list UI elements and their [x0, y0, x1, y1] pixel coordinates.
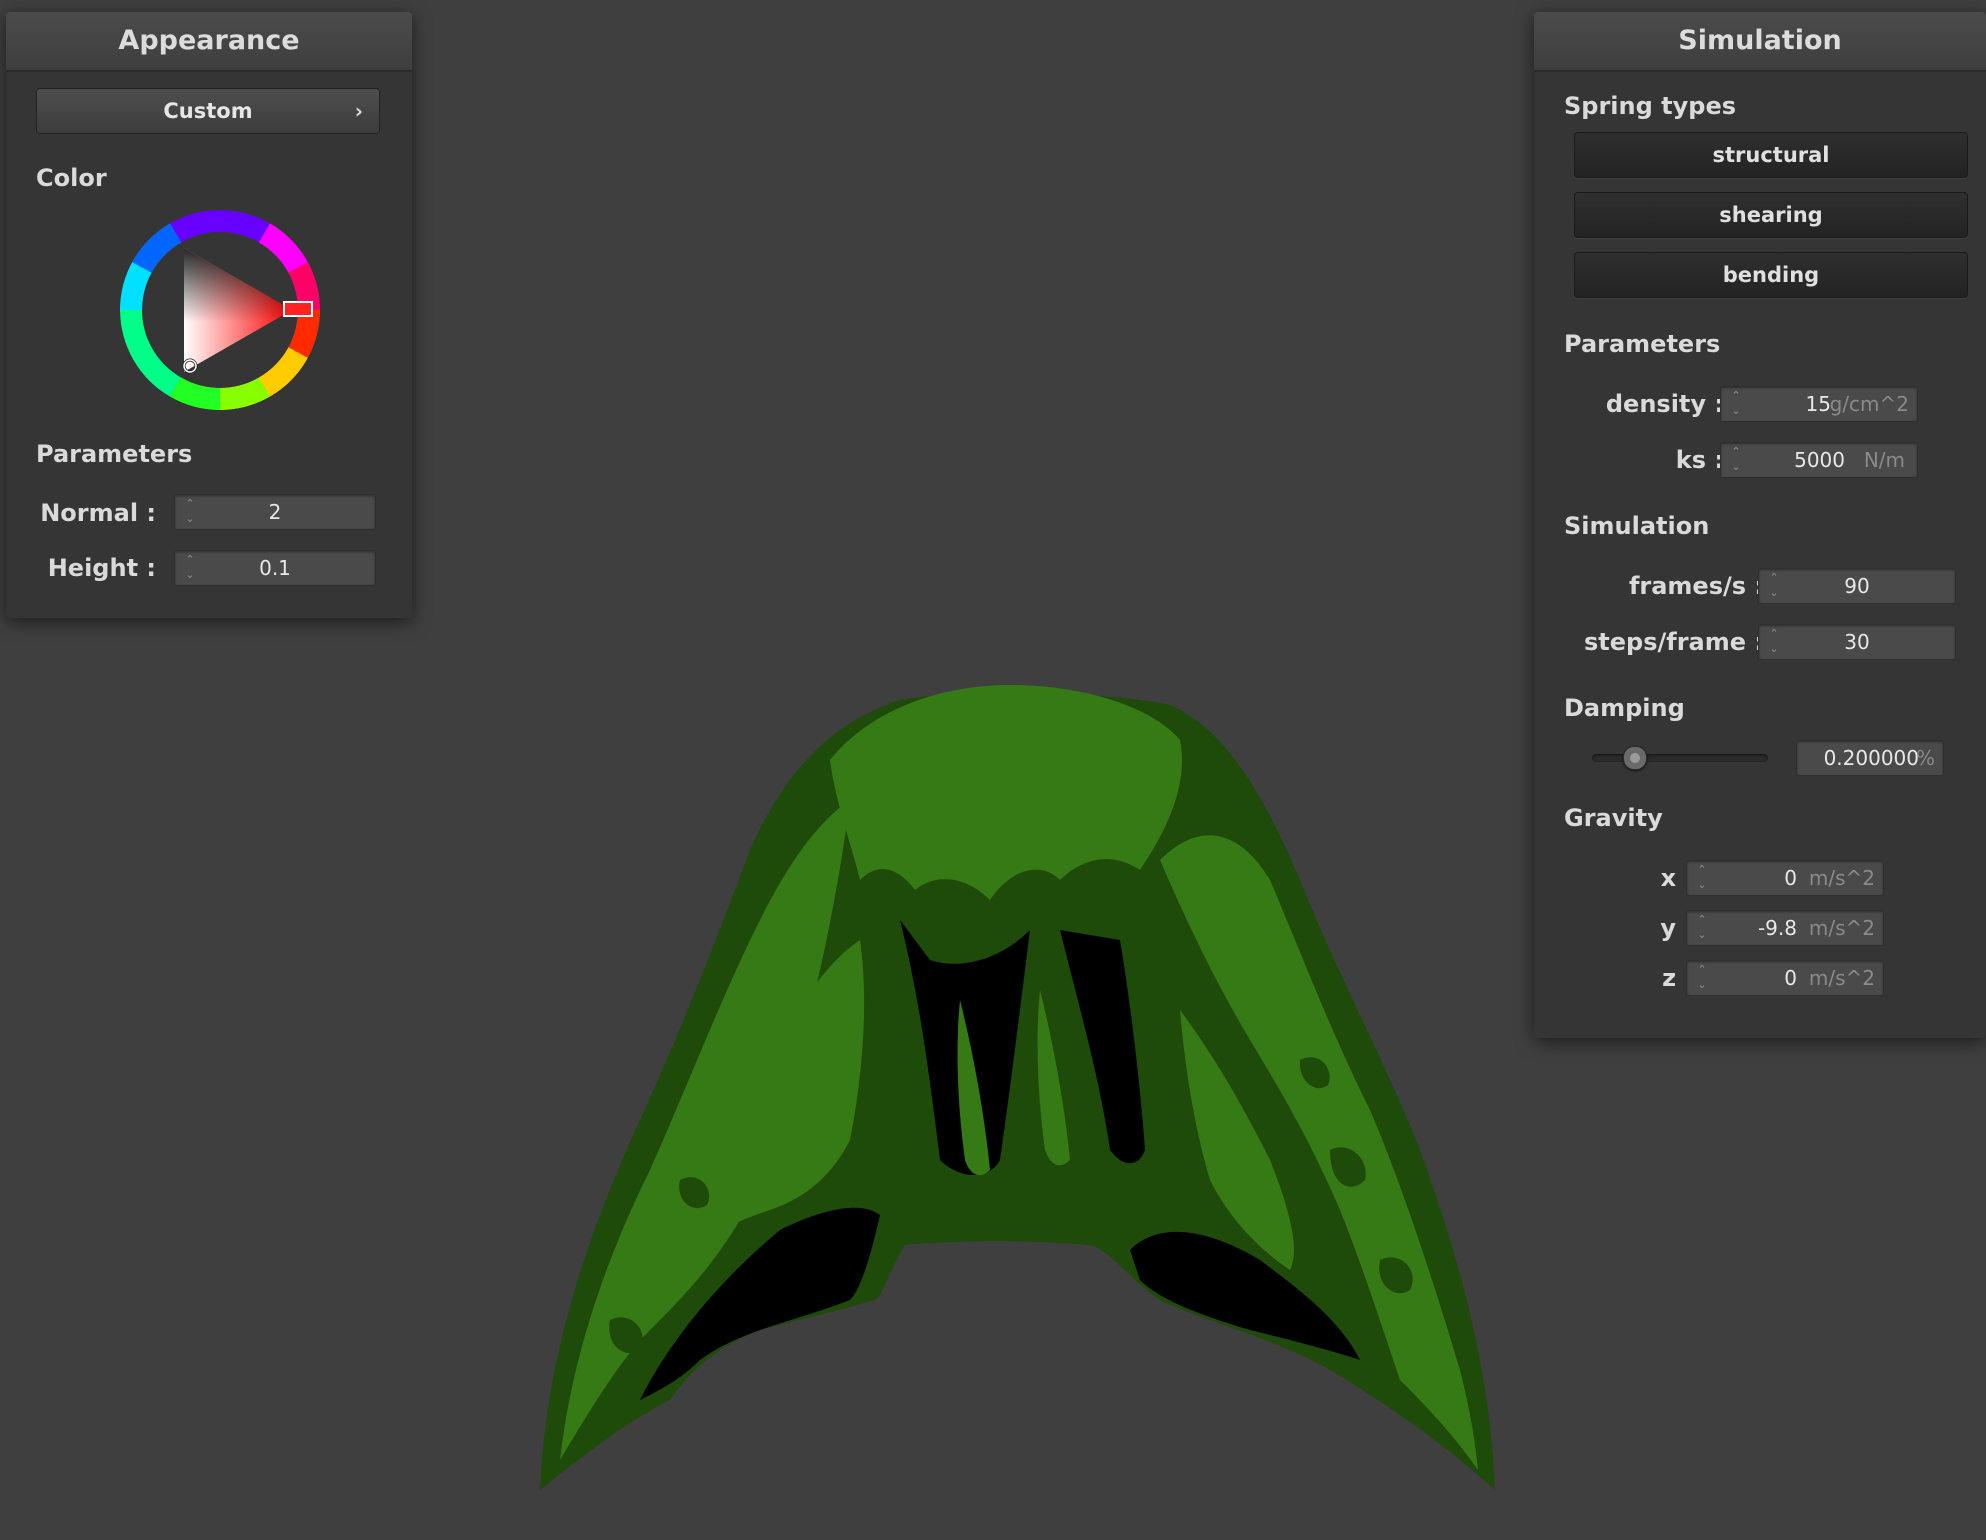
spring-types-label: Spring types [1564, 92, 1737, 120]
appearance-panel: Appearance Custom › Color Parameters Nor… [6, 12, 412, 618]
gravity-z-unit: m/s^2 [1808, 966, 1875, 990]
damping-slider-thumb[interactable] [1622, 746, 1647, 770]
simulation-section-label: Simulation [1564, 512, 1710, 540]
height-label: Height : [47, 554, 156, 582]
steps-label: steps/frame : [1584, 628, 1764, 656]
gravity-z-input[interactable]: ⌃ ⌄ 0 m/s^2 [1686, 960, 1884, 996]
fps-value: 90 [1844, 574, 1870, 598]
ks-value: 5000 [1794, 448, 1845, 472]
spin-arrows-icon[interactable]: ⌃ ⌄ [1695, 912, 1709, 944]
normal-value: 2 [268, 500, 282, 524]
preset-dropdown-button[interactable]: Custom › [36, 88, 380, 134]
preset-label: Custom [163, 99, 253, 123]
appearance-params-label: Parameters [36, 440, 193, 468]
damping-input[interactable]: 0.200000 % [1796, 740, 1944, 776]
density-input[interactable]: ⌃ ⌄ 15 g/cm^2 [1720, 386, 1918, 422]
damping-slider[interactable] [1592, 746, 1768, 770]
gravity-label: Gravity [1564, 804, 1663, 832]
spin-arrows-icon[interactable]: ⌃ ⌄ [1729, 444, 1743, 476]
spin-arrows-icon[interactable]: ⌃ ⌄ [1695, 862, 1709, 894]
gravity-x-label: x : [1660, 864, 1694, 892]
density-unit: g/cm^2 [1829, 392, 1909, 416]
steps-input[interactable]: ⌃ ⌄ 30 [1758, 624, 1956, 660]
gravity-z-value: 0 [1784, 966, 1797, 990]
simulation-title: Simulation [1534, 12, 1986, 72]
structural-toggle[interactable]: structural [1574, 132, 1968, 178]
density-value: 15 [1805, 392, 1831, 416]
gravity-y-value: -9.8 [1757, 916, 1797, 940]
simulation-panel: Simulation Spring types structural shear… [1534, 12, 1986, 1038]
appearance-title: Appearance [6, 12, 412, 72]
gravity-x-unit: m/s^2 [1808, 866, 1875, 890]
normal-label: Normal : [40, 499, 156, 527]
bending-toggle[interactable]: bending [1574, 252, 1968, 298]
ks-unit: N/m [1863, 448, 1905, 472]
color-section-label: Color [36, 164, 107, 192]
shearing-toggle[interactable]: shearing [1574, 192, 1968, 238]
chevron-right-icon: › [354, 99, 363, 123]
damping-slider-track [1592, 754, 1768, 762]
fps-label: frames/s : [1628, 572, 1764, 600]
height-value: 0.1 [259, 556, 291, 580]
spin-arrows-icon[interactable]: ⌃ ⌄ [1729, 388, 1743, 420]
ks-label: ks : [1675, 446, 1724, 474]
ks-input[interactable]: ⌃ ⌄ 5000 N/m [1720, 442, 1918, 478]
damping-value: 0.200000 [1823, 746, 1919, 770]
fps-input[interactable]: ⌃ ⌄ 90 [1758, 568, 1956, 604]
damping-unit: % [1915, 746, 1935, 770]
density-label: density : [1605, 390, 1724, 418]
normal-input[interactable]: ⌃ ⌄ 2 [174, 494, 376, 530]
gravity-y-label: y : [1660, 914, 1694, 942]
gravity-y-input[interactable]: ⌃ ⌄ -9.8 m/s^2 [1686, 910, 1884, 946]
gravity-y-unit: m/s^2 [1808, 916, 1875, 940]
spin-arrows-icon[interactable]: ⌃ ⌄ [1695, 962, 1709, 994]
damping-label: Damping [1564, 694, 1685, 722]
height-input[interactable]: ⌃ ⌄ 0.1 [174, 550, 376, 586]
hue-ring-handle [283, 301, 313, 317]
gravity-x-value: 0 [1784, 866, 1797, 890]
steps-value: 30 [1844, 630, 1870, 654]
color-wheel[interactable] [120, 210, 320, 410]
gravity-z-label: z : [1662, 964, 1694, 992]
sim-params-label: Parameters [1564, 330, 1721, 358]
gravity-x-input[interactable]: ⌃ ⌄ 0 m/s^2 [1686, 860, 1884, 896]
